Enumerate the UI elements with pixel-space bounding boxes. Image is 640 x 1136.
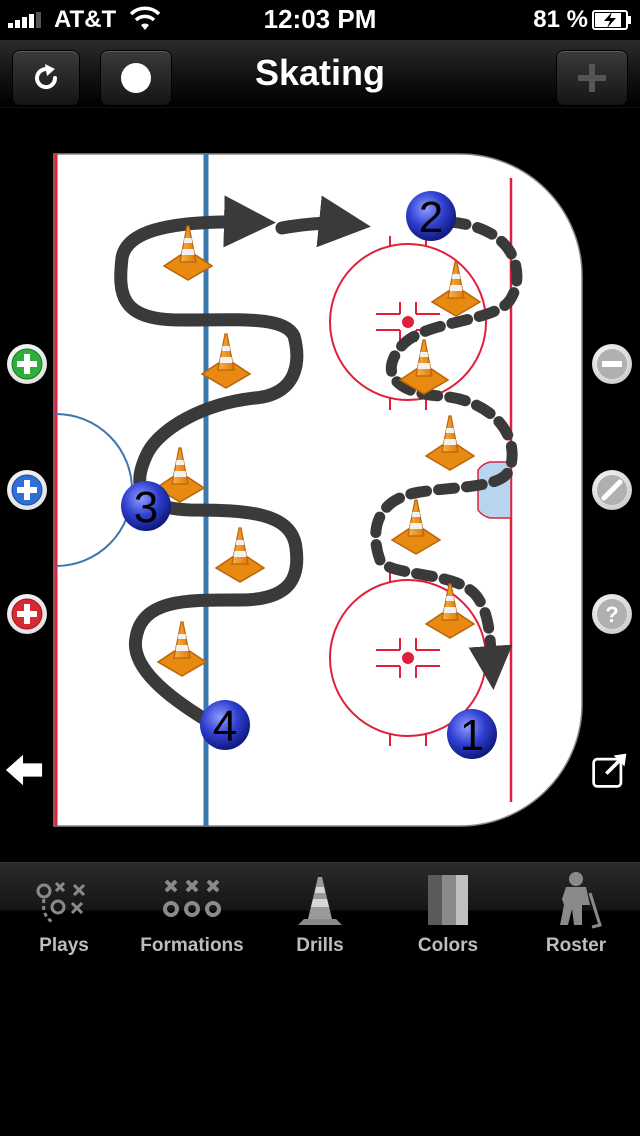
share-icon [592, 753, 627, 788]
cone-icon [298, 877, 342, 925]
skating-path-arrow [275, 195, 371, 248]
empty-bottom-area [0, 960, 640, 1136]
formations-icon [163, 879, 221, 917]
tab-roster[interactable]: Roster [512, 863, 640, 961]
svg-text:?: ? [605, 602, 618, 627]
tab-label: Formations [140, 935, 244, 956]
tab-plays[interactable]: Plays [0, 863, 128, 961]
tab-colors[interactable]: Colors [384, 863, 512, 961]
hockey-player-icon [560, 872, 602, 929]
battery-charging-icon [592, 10, 631, 30]
green-plus-icon [11, 348, 43, 380]
help-button[interactable]: ? [592, 594, 632, 634]
back-arrow-icon [5, 754, 43, 786]
blue-plus-icon [11, 474, 43, 506]
add-green-player-button[interactable] [7, 344, 47, 384]
tab-bar: Plays Formations Drills Colors Roster [0, 862, 640, 960]
hockey-rink[interactable]: 2 3 4 1 [0, 108, 640, 860]
tab-label: Roster [545, 935, 607, 956]
page-title: Skating [254, 52, 386, 93]
plus-icon [578, 64, 606, 92]
zoom-out-button[interactable] [592, 344, 632, 384]
tab-label: Drills [296, 935, 344, 956]
navigation-bar: Skating [0, 40, 640, 108]
share-button[interactable] [590, 750, 630, 790]
add-blue-player-button[interactable] [7, 470, 47, 510]
add-red-player-button[interactable] [7, 594, 47, 634]
tab-label: Plays [39, 935, 89, 956]
add-button[interactable] [556, 50, 628, 106]
tab-label: Colors [417, 935, 479, 956]
back-button[interactable] [4, 750, 44, 790]
status-bar: AT&T 12:03 PM 81 % [0, 0, 640, 40]
pencil-icon [597, 475, 627, 505]
plays-icon [36, 881, 86, 925]
tab-formations[interactable]: Formations [128, 863, 256, 961]
draw-button[interactable] [592, 470, 632, 510]
minus-icon [597, 349, 627, 379]
tab-drills[interactable]: Drills [256, 863, 384, 961]
rink-area: 2 3 4 1 ? [0, 108, 640, 860]
help-icon: ? [597, 599, 627, 629]
colors-icon [428, 875, 468, 925]
battery-percent: 81 % [533, 6, 588, 33]
player-label: 2 [419, 193, 443, 242]
player-label: 4 [213, 702, 237, 751]
red-plus-icon [11, 598, 43, 630]
player-label: 1 [460, 711, 484, 760]
player-label: 3 [134, 483, 158, 532]
